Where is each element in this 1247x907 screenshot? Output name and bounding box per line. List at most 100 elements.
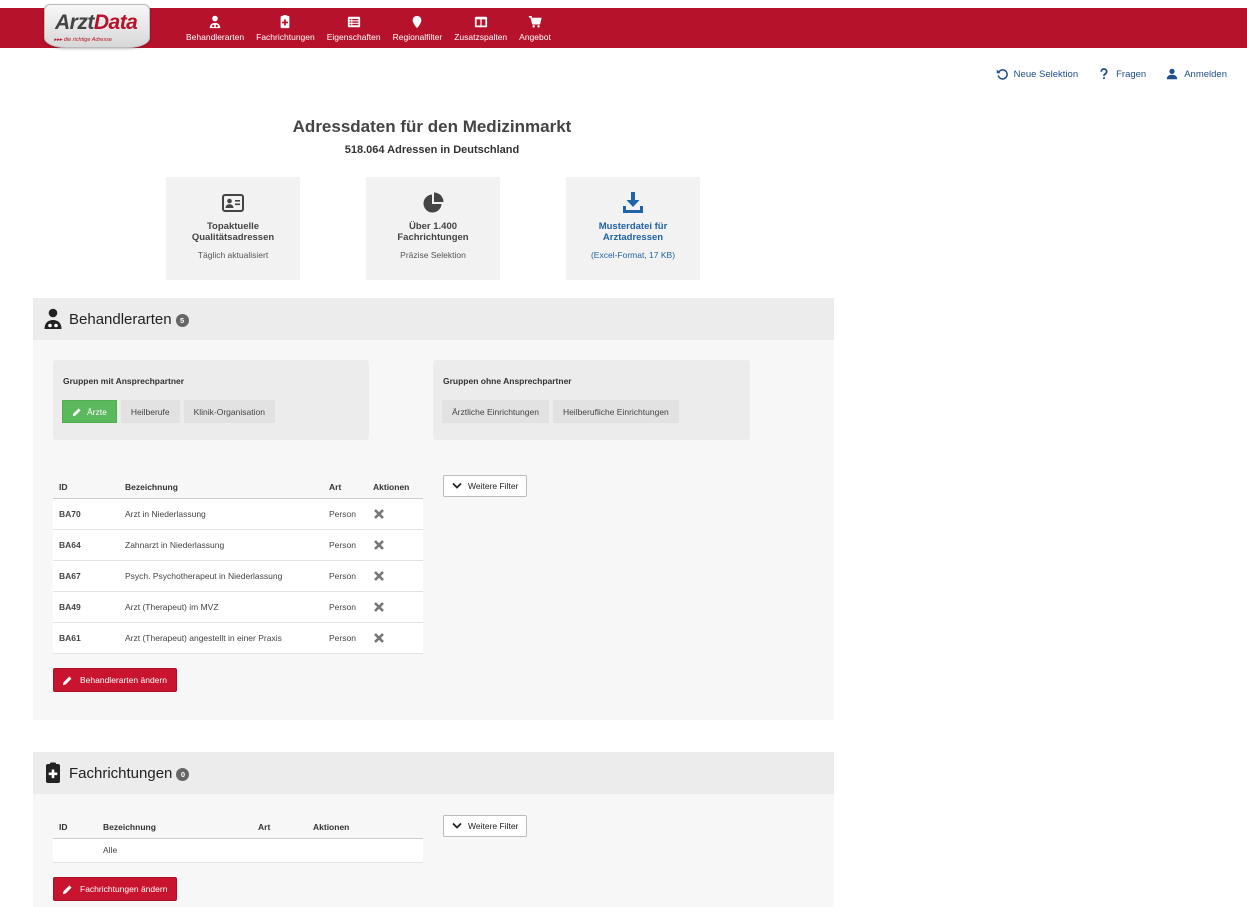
more-filters-label: Weitere Filter [468, 821, 519, 831]
sample-file-download[interactable]: Musterdatei für Arztadressen (Excel-Forma… [566, 177, 700, 280]
new-selection-link[interactable]: Neue Selektion [996, 68, 1078, 80]
address-count: 518.064 Adressen in Deutschland [344, 144, 520, 156]
cell-type: Person [323, 560, 367, 592]
fachrichtungen-panel: Fachrichtungen 0 ID Bezeichnung Art Akti… [33, 752, 834, 907]
nav-item-label: Eigenschaften [326, 32, 381, 42]
cell-actions [367, 529, 423, 561]
remove-icon[interactable] [373, 570, 385, 582]
nav-item-label: Fachrichtungen [256, 32, 315, 42]
pie-chart-icon [423, 192, 444, 213]
button-label: Behandlerarten ändern [80, 675, 167, 685]
chip-group: Ärztliche Einrichtungen Heilberufliche E… [442, 400, 679, 423]
table-row: BA70 Arzt in Niederlassung Person [53, 498, 423, 530]
pencil-icon [72, 407, 81, 416]
table-row: Alle [53, 838, 423, 863]
feature-quality-addresses: Topaktuelle Qualitätsadressen Täglich akt… [166, 177, 300, 280]
cell-name: Zahnarzt in Niederlassung [119, 529, 323, 561]
nav-item-eigenschaften[interactable]: Eigenschaften [321, 8, 387, 48]
cell-actions [307, 838, 423, 863]
chip-heilberufliche-einrichtungen[interactable]: Heilberufliche Einrichtungen [552, 400, 679, 423]
cell-actions [367, 498, 423, 530]
questions-label: Fragen [1116, 68, 1147, 80]
panel-title: Fachrichtungen [69, 764, 173, 782]
chip-label: Klinik-Organisation [193, 406, 265, 417]
doctor-icon [44, 308, 62, 329]
remove-icon[interactable] [373, 632, 385, 644]
cell-name: Arzt (Therapeut) angestellt in einer Pra… [119, 622, 323, 654]
column-header-aktionen: Aktionen [307, 816, 423, 839]
chip-label: Heilberufe [130, 406, 170, 417]
nav-item-angebot[interactable]: Angebot [513, 8, 557, 48]
questions-link[interactable]: Fragen [1098, 68, 1146, 80]
cell-id: BA49 [53, 591, 119, 623]
cell-type: Person [323, 498, 367, 530]
cell-name: Arzt (Therapeut) im MVZ [119, 591, 323, 623]
nav-item-label: Regionalfilter [392, 32, 443, 42]
cell-name: Alle [97, 838, 252, 863]
more-filters-label: Weitere Filter [468, 481, 519, 491]
page-title: Adressdaten für den Medizinmarkt [292, 117, 572, 136]
panel-header: Behandlerarten 5 [33, 298, 834, 340]
group-title: Gruppen mit Ansprechpartner [63, 376, 185, 386]
cell-id: BA61 [53, 622, 119, 654]
arztdata-logo[interactable]: ArztData ▸▸▸ die richtige Adresse [44, 4, 150, 48]
chip-klinik-organisation[interactable]: Klinik-Organisation [183, 400, 275, 423]
table-row: BA67 Psych. Psychotherapeut in Niederlas… [53, 560, 423, 592]
cell-id: BA70 [53, 498, 119, 530]
column-header-id: ID [53, 476, 119, 499]
column-header-bezeichnung: Bezeichnung [97, 816, 252, 839]
pencil-icon [62, 884, 72, 894]
panel-header: Fachrichtungen 0 [33, 752, 834, 794]
more-filters-button[interactable]: Weitere Filter [443, 475, 528, 497]
remove-icon[interactable] [373, 508, 385, 520]
feature-title: Über 1.400 Fachrichtungen [397, 221, 469, 243]
remove-icon[interactable] [373, 601, 385, 613]
undo-icon [996, 69, 1008, 80]
group-without-contact: Gruppen ohne Ansprechpartner Ärztliche E… [433, 360, 750, 440]
count-badge: 5 [175, 313, 189, 327]
change-fachrichtungen-button[interactable]: Fachrichtungen ändern [53, 877, 178, 901]
chevron-down-icon [452, 822, 462, 829]
login-link[interactable]: Anmelden [1166, 68, 1227, 80]
cell-type: Person [323, 529, 367, 561]
nav-item-behandlerarten[interactable]: Behandlerarten [180, 8, 250, 48]
cart-icon [528, 15, 542, 28]
medical-case-icon [281, 15, 290, 29]
cell-actions [367, 591, 423, 623]
cell-type: Person [323, 591, 367, 623]
chip-group: Ärzte Heilberufe Klinik-Organisation [62, 400, 275, 423]
chip-aerzte[interactable]: Ärzte [62, 400, 117, 423]
chip-label: Heilberufliche Einrichtungen [562, 406, 669, 417]
top-navigation-bar: ArztData ▸▸▸ die richtige Adresse Behand… [0, 0, 1247, 50]
medical-case-icon [46, 762, 60, 783]
table-header-row: ID Bezeichnung Art Aktionen [53, 476, 423, 499]
feature-specialties: Über 1.400 Fachrichtungen Präzise Selekti… [366, 177, 500, 280]
login-label: Anmelden [1184, 68, 1227, 80]
cell-id: BA67 [53, 560, 119, 592]
user-icon [1166, 68, 1178, 80]
column-header-id: ID [53, 816, 97, 839]
cell-type: Person [323, 622, 367, 654]
feature-subtitle: Präzise Selektion [400, 250, 466, 260]
main-nav: Behandlerarten Fachrichtungen Eigenschaf… [180, 8, 557, 48]
question-icon [1100, 68, 1108, 80]
pencil-icon [62, 675, 72, 685]
nav-item-fachrichtungen[interactable]: Fachrichtungen [250, 8, 321, 48]
feature-subtitle: Täglich aktualisiert [197, 250, 269, 260]
column-header-art: Art [323, 476, 367, 499]
chip-label: Ärztliche Einrichtungen [452, 406, 539, 417]
more-filters-button[interactable]: Weitere Filter [443, 815, 528, 837]
new-selection-label: Neue Selektion [1013, 68, 1079, 80]
cell-actions [367, 560, 423, 592]
column-header-aktionen: Aktionen [367, 476, 423, 499]
chip-aerztliche-einrichtungen[interactable]: Ärztliche Einrichtungen [442, 400, 549, 423]
chip-heilberufe[interactable]: Heilberufe [120, 400, 180, 423]
feature-title: Musterdatei für Arztadressen [598, 221, 668, 243]
table-row: BA64 Zahnarzt in Niederlassung Person [53, 529, 423, 561]
chevron-down-icon [452, 482, 462, 489]
cell-id: BA64 [53, 529, 119, 561]
change-behandlerarten-button[interactable]: Behandlerarten ändern [53, 668, 177, 692]
remove-icon[interactable] [373, 539, 385, 551]
nav-item-regionalfilter[interactable]: Regionalfilter [387, 8, 449, 48]
nav-item-zusatzspalten[interactable]: Zusatzspalten [448, 8, 513, 48]
